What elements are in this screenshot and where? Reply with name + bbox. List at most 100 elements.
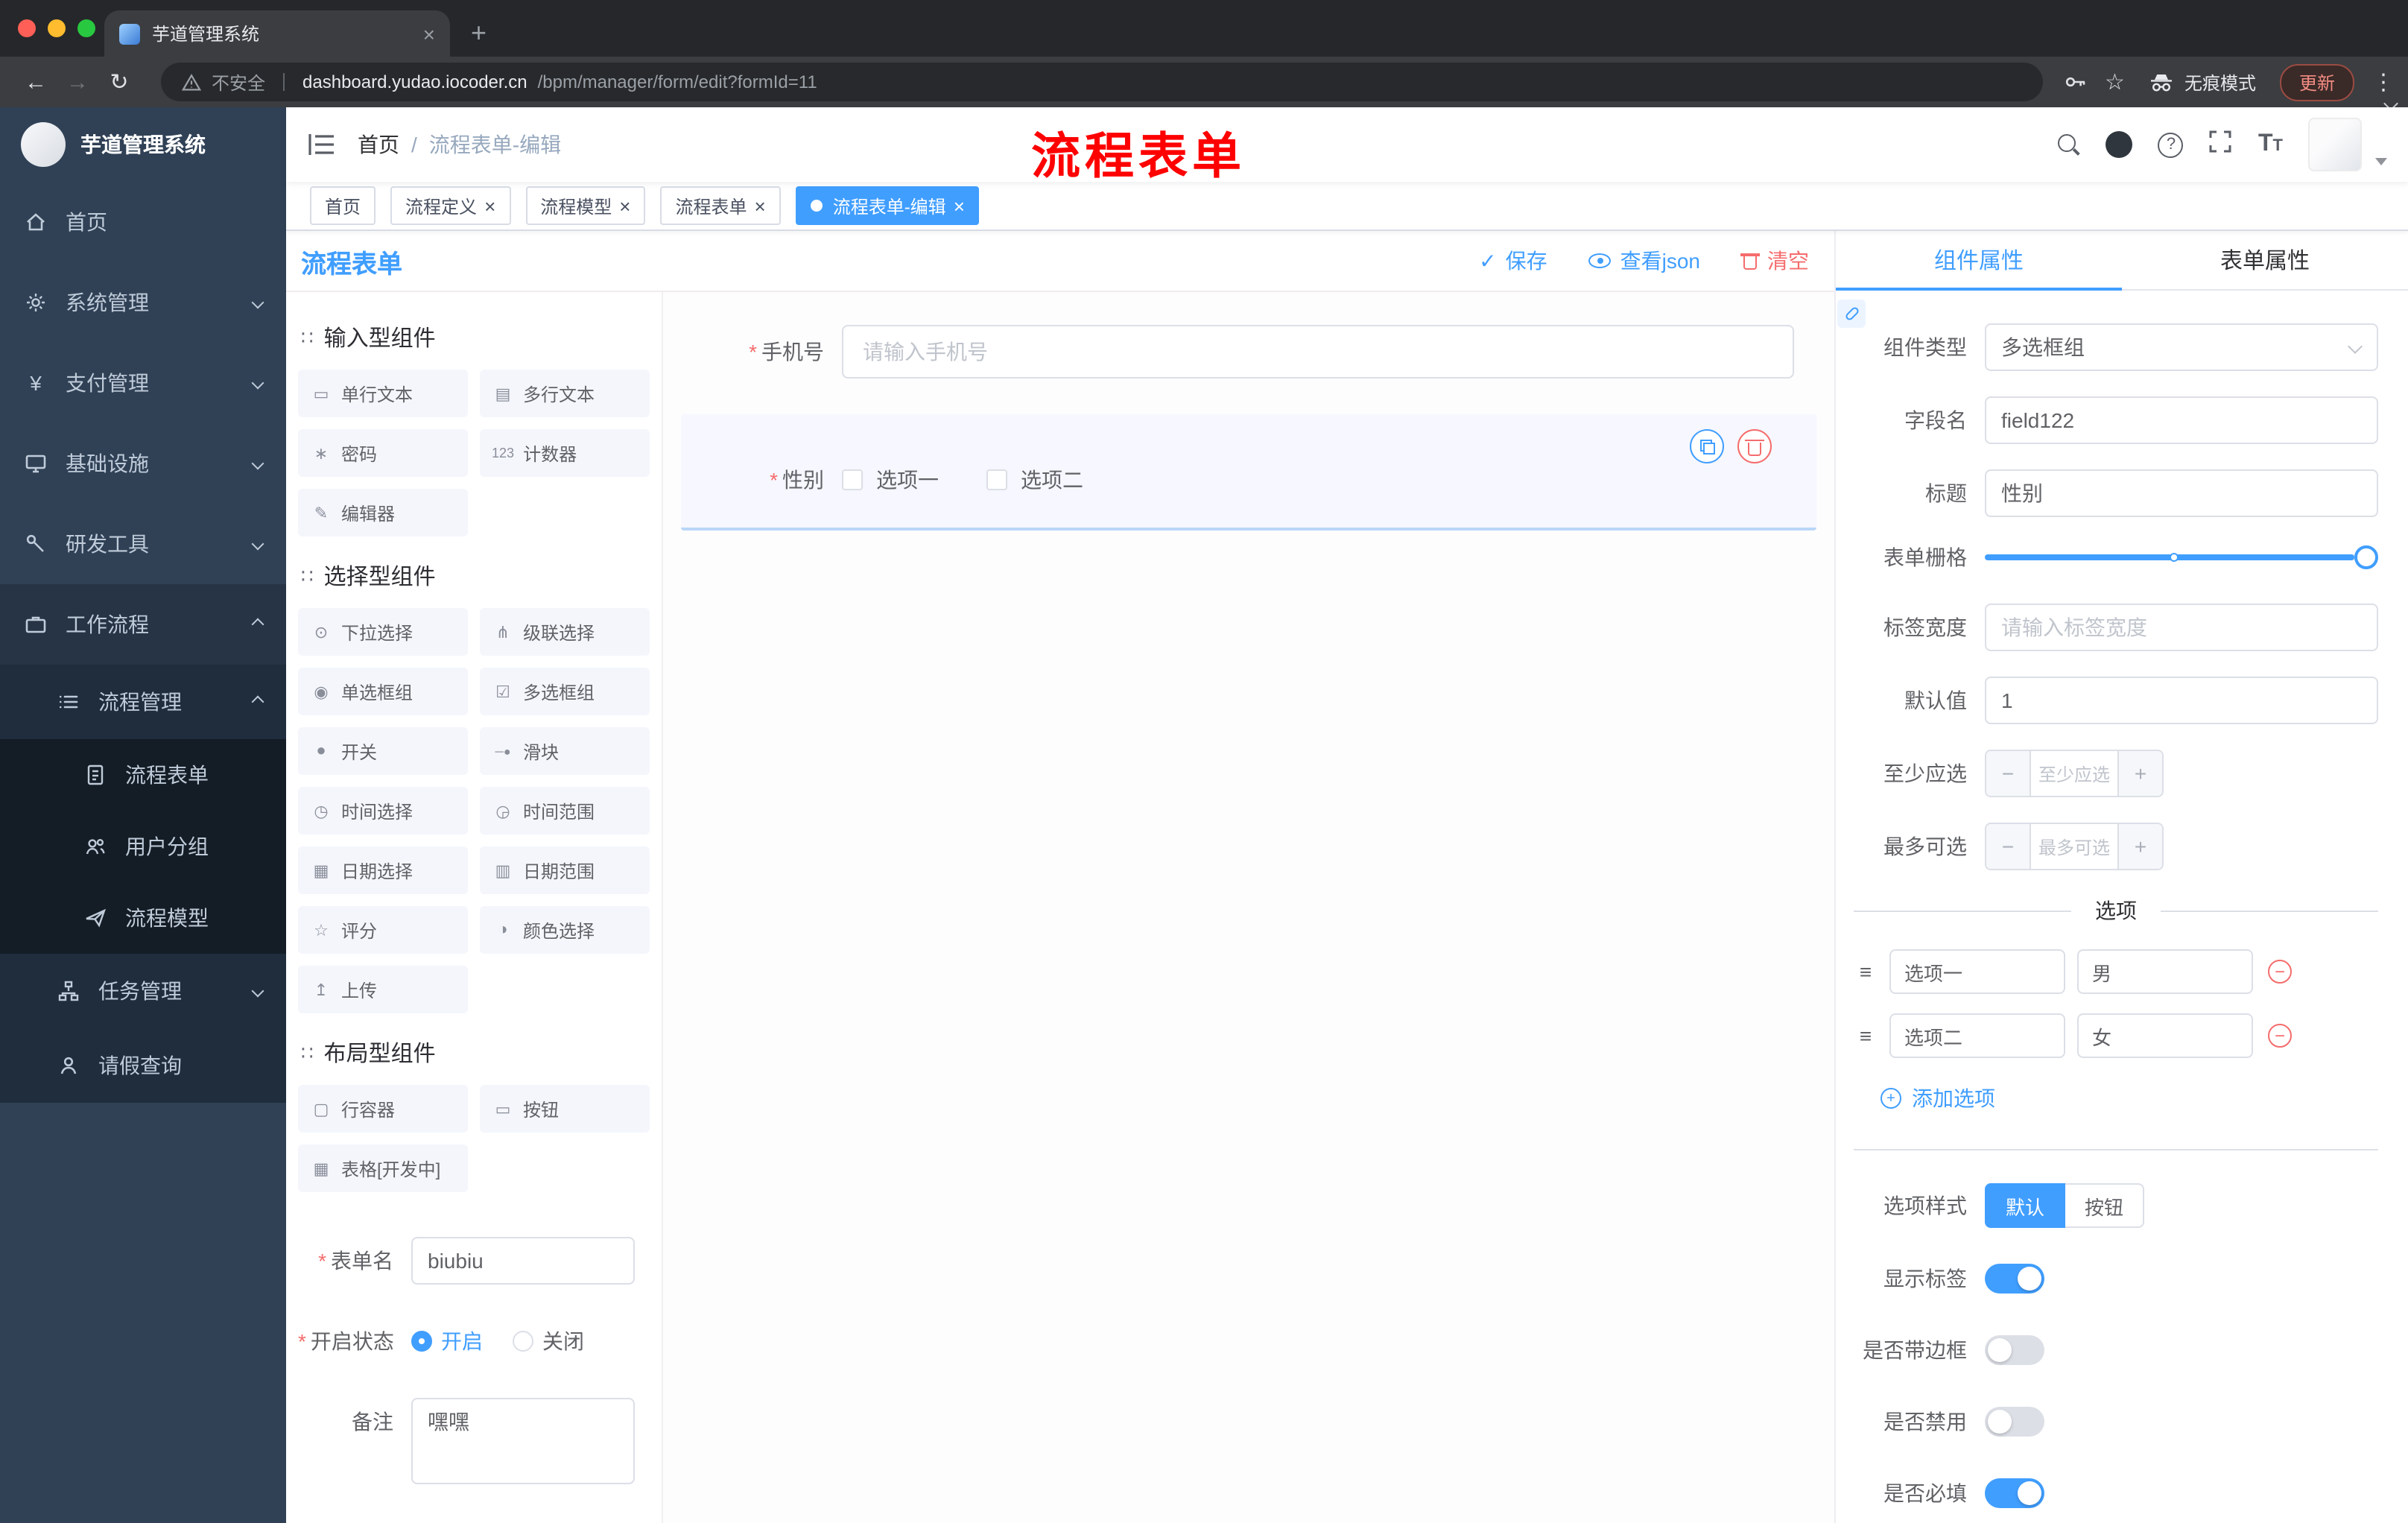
plus-button[interactable] <box>2117 824 2162 869</box>
address-bar[interactable]: 不安全 dashboard.yudao.iocoder.cn/bpm/manag… <box>161 63 2043 101</box>
doc-link-button[interactable] <box>1837 300 1866 328</box>
drag-handle-icon[interactable] <box>1854 960 1878 984</box>
font-size-icon[interactable]: TT <box>2258 132 2283 156</box>
view-json-button[interactable]: 查看json <box>1588 246 1700 276</box>
component-switch[interactable]: ● 开关 <box>298 727 468 775</box>
sidebar-item-leave-query[interactable]: 请假查询 <box>0 1028 286 1103</box>
component-cascader[interactable]: ⋔ 级联选择 <box>480 608 650 656</box>
drag-handle-icon[interactable] <box>1854 1024 1878 1048</box>
remove-option-icon[interactable] <box>2268 960 2292 984</box>
option-1-label-input[interactable] <box>1889 949 2065 994</box>
minus-button[interactable] <box>1986 824 2031 869</box>
fullscreen-icon[interactable] <box>2209 129 2233 160</box>
component-slider[interactable]: ─● 滑块 <box>480 727 650 775</box>
window-minimize-button[interactable] <box>48 19 66 37</box>
tab-component-props[interactable]: 组件属性 <box>1836 231 2122 291</box>
close-icon[interactable] <box>954 194 965 217</box>
radio-off-icon[interactable] <box>513 1331 533 1352</box>
window-close-button[interactable] <box>18 19 36 37</box>
back-button[interactable] <box>15 71 57 93</box>
min-select-value[interactable]: 至少应选 <box>2031 751 2117 796</box>
tab-close-icon[interactable]: × <box>423 23 435 44</box>
required-toggle[interactable] <box>1985 1478 2044 1508</box>
phone-field-row[interactable]: 手机号 请输入手机号 <box>681 307 1816 396</box>
disabled-toggle[interactable] <box>1985 1407 2044 1437</box>
radio-on-icon[interactable] <box>411 1331 432 1352</box>
sidebar-item-devtools[interactable]: 研发工具 <box>0 504 286 584</box>
gender-option-2[interactable]: 选项二 <box>986 465 1083 495</box>
tagsview-tab-process-form-edit[interactable]: 流程表单-编辑 <box>795 186 980 225</box>
checkbox-icon[interactable] <box>986 469 1007 490</box>
save-button[interactable]: 保存 <box>1479 246 1547 276</box>
close-icon[interactable] <box>484 194 495 217</box>
show-label-toggle[interactable] <box>1985 1264 2044 1294</box>
component-date-range[interactable]: ▥ 日期范围 <box>480 846 650 894</box>
tab-form-props[interactable]: 表单属性 <box>2122 231 2408 289</box>
form-canvas[interactable]: 手机号 请输入手机号 性别 选项一 <box>663 292 1834 1523</box>
slider-handle[interactable] <box>2354 545 2378 569</box>
label-width-input[interactable] <box>1985 604 2378 651</box>
style-button-button[interactable]: 按钮 <box>2065 1183 2145 1228</box>
title-input[interactable] <box>1985 469 2378 517</box>
component-button[interactable]: ▭ 按钮 <box>480 1085 650 1133</box>
help-icon[interactable] <box>2158 132 2184 157</box>
reload-button[interactable] <box>98 71 140 93</box>
bookmark-star-icon[interactable] <box>2105 71 2125 93</box>
component-type-select[interactable]: 多选框组 <box>1985 323 2378 371</box>
sidebar-item-task-mgmt[interactable]: 任务管理 <box>0 954 286 1028</box>
component-multi-text[interactable]: ▤ 多行文本 <box>480 370 650 417</box>
new-tab-button[interactable] <box>471 19 487 46</box>
component-upload[interactable]: ↥ 上传 <box>298 966 468 1013</box>
sidebar-item-process-model[interactable]: 流程模型 <box>0 882 286 954</box>
close-icon[interactable] <box>619 194 630 217</box>
component-rate[interactable]: ☆ 评分 <box>298 906 468 954</box>
sidebar-logo[interactable]: 芋道管理系统 <box>0 107 286 182</box>
delete-component-button[interactable] <box>1737 429 1772 463</box>
window-zoom-button[interactable] <box>77 19 95 37</box>
form-remark-textarea[interactable]: 嘿嘿 <box>411 1398 635 1484</box>
grid-slider[interactable] <box>1985 545 2378 569</box>
search-icon[interactable] <box>2058 133 2081 156</box>
component-editor[interactable]: ✎ 编辑器 <box>298 489 468 536</box>
sidebar-item-process-form[interactable]: 流程表单 <box>0 739 286 811</box>
style-default-button[interactable]: 默认 <box>1985 1183 2066 1228</box>
component-password[interactable]: ∗ 密码 <box>298 429 468 477</box>
sidebar-item-workflow[interactable]: 工作流程 <box>0 584 286 665</box>
component-color-picker[interactable]: ◑ 颜色选择 <box>480 906 650 954</box>
close-icon[interactable] <box>755 194 766 217</box>
component-time-picker[interactable]: ◷ 时间选择 <box>298 787 468 835</box>
form-name-input[interactable] <box>411 1237 635 1285</box>
component-radio-group[interactable]: ◉ 单选框组 <box>298 668 468 715</box>
option-2-value-input[interactable] <box>2077 1013 2253 1058</box>
sidebar-item-process-mgmt[interactable]: 流程管理 <box>0 665 286 739</box>
browser-tab[interactable]: 芋道管理系统 × <box>104 10 450 57</box>
browser-menu-icon[interactable] <box>2372 71 2393 93</box>
sidebar-item-system[interactable]: 系统管理 <box>0 262 286 343</box>
gender-field-block-selected[interactable]: 性别 选项一 选项二 <box>681 414 1816 531</box>
browser-update-button[interactable]: 更新 <box>2279 63 2354 101</box>
security-label[interactable]: 不安全 <box>212 69 265 95</box>
component-single-text[interactable]: ▭ 单行文本 <box>298 370 468 417</box>
default-value-input[interactable] <box>1985 677 2378 724</box>
sidebar-item-user-group[interactable]: 用户分组 <box>0 811 286 882</box>
component-select[interactable]: ⊙ 下拉选择 <box>298 608 468 656</box>
tagsview-tab-process-definition[interactable]: 流程定义 <box>390 186 511 225</box>
clear-button[interactable]: 清空 <box>1740 246 1809 276</box>
status-on-label[interactable]: 开启 <box>441 1326 483 1356</box>
component-checkbox-group[interactable]: ☑ 多选框组 <box>480 668 650 715</box>
component-counter[interactable]: 123 计数器 <box>480 429 650 477</box>
max-select-value[interactable]: 最多可选 <box>2031 824 2117 869</box>
sidebar-item-payment[interactable]: ¥ 支付管理 <box>0 343 286 423</box>
status-off-label[interactable]: 关闭 <box>542 1326 584 1356</box>
checkbox-icon[interactable] <box>842 469 863 490</box>
option-2-label-input[interactable] <box>1889 1013 2065 1058</box>
add-option-button[interactable]: 添加选项 <box>1881 1083 1995 1113</box>
plus-button[interactable] <box>2117 751 2162 796</box>
password-key-icon[interactable] <box>2063 70 2087 94</box>
gender-option-1[interactable]: 选项一 <box>842 465 939 495</box>
github-icon[interactable] <box>2106 131 2133 158</box>
phone-field-input[interactable]: 请输入手机号 <box>842 325 1794 379</box>
border-toggle[interactable] <box>1985 1335 2044 1365</box>
component-row-container[interactable]: ▢ 行容器 <box>298 1085 468 1133</box>
sidebar-item-home[interactable]: 首页 <box>0 182 286 262</box>
